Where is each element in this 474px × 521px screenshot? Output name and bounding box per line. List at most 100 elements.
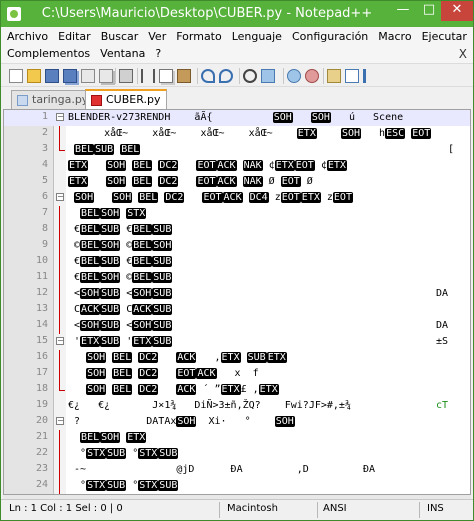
- editor-line[interactable]: 23 -~ @jD ĐA ,D ĐA: [4, 462, 470, 478]
- editor-line[interactable]: 8 €BEL SUB €BEL SUB: [4, 222, 470, 238]
- menu-buscar[interactable]: Buscar: [95, 29, 143, 45]
- menu-help[interactable]: ?: [149, 46, 165, 62]
- save-all-icon[interactable]: [63, 69, 77, 83]
- editor-area[interactable]: 1− BLENDER-v273RENDH ãÃ{ SOH SOH ú Scene 2…: [3, 109, 471, 495]
- find-icon[interactable]: [243, 69, 257, 83]
- editor-line[interactable]: 19 €¿ €¿ J×1¾ DiÑ>3±ñ,ŽQ? Fwi?JF>#,±¾ cT: [4, 398, 470, 414]
- control-char-badge: ACK: [216, 176, 237, 187]
- control-char-badge: DC2: [158, 160, 179, 171]
- copy-icon[interactable]: [159, 69, 173, 83]
- control-char-badge: ACK: [196, 368, 217, 379]
- title-bar[interactable]: C:\Users\Mauricio\Desktop\CUBER.py - Not…: [1, 1, 473, 27]
- print-icon[interactable]: [119, 69, 133, 83]
- cut-icon[interactable]: [141, 69, 155, 83]
- code-text: €BEL SOH ©BEL SUB: [68, 271, 173, 285]
- editor-line[interactable]: 2 xåŒ~ xåŒ~ xåŒ~ xåŒ~ ETX SOH hESC EOT: [4, 126, 470, 142]
- code-fragment: [293, 112, 311, 123]
- save-icon[interactable]: [45, 69, 59, 83]
- control-char-badge: SOH: [100, 240, 121, 251]
- code-text: <SOH SUB <SOH SUB: [68, 287, 173, 301]
- menu-editar[interactable]: Editar: [52, 29, 95, 45]
- code-fragment: [243, 192, 249, 203]
- code-fragment: ': [120, 336, 133, 347]
- show-all-chars-icon[interactable]: [363, 69, 377, 83]
- new-file-icon[interactable]: [9, 69, 23, 83]
- control-char-badge: ETX: [68, 176, 89, 187]
- menu-macro[interactable]: Macro: [372, 29, 415, 45]
- editor-line[interactable]: 9 ©BEL SOH ©BEL SOH: [4, 238, 470, 254]
- close-all-icon[interactable]: [99, 69, 113, 83]
- menu-ver[interactable]: Ver: [142, 29, 170, 45]
- editor-line[interactable]: 22 °STX SUB °STX SUB: [4, 446, 470, 462]
- editor-line[interactable]: 20− ? DATAxSOH Xi· ° SOH: [4, 414, 470, 430]
- control-char-badge: BEL: [132, 160, 153, 171]
- code-text: °STX SUB °STX SUB: [68, 447, 179, 461]
- editor-line[interactable]: 16 SOH BEL DC2 ACK ,ETX SUB ETX: [4, 350, 470, 366]
- eol-format[interactable]: Macintosh: [227, 503, 278, 514]
- zoom-out-icon[interactable]: [305, 69, 319, 83]
- toolbar-separator: [283, 68, 284, 84]
- insert-mode[interactable]: INS: [427, 503, 444, 514]
- fold-toggle-icon[interactable]: −: [56, 193, 64, 201]
- editor-line[interactable]: 17 SOH BEL DC2 EOT ACK x f: [4, 366, 470, 382]
- editor-line[interactable]: 13 CACK SUB CACK SUB: [4, 302, 470, 318]
- editor-line[interactable]: 15− 'ETX SUB 'ETX SUB ±S: [4, 334, 470, 350]
- editor-line[interactable]: 18 SOH BEL DC2 ACK ´ ”ETX£ ,ETX: [4, 382, 470, 398]
- editor-line[interactable]: 24 °STX SUB °STX SUB: [4, 478, 470, 494]
- menu-ventana[interactable]: Ventana: [94, 46, 149, 62]
- control-char-badge: BEL: [80, 272, 101, 283]
- fold-toggle-icon[interactable]: −: [56, 113, 64, 121]
- control-char-badge: ETX: [68, 160, 89, 171]
- close-button[interactable]: ✕: [441, 1, 473, 21]
- line-number: 23: [35, 463, 48, 474]
- code-fragment: -~ @jD ĐA ,D ĐA: [68, 464, 376, 475]
- replace-icon[interactable]: [261, 69, 275, 83]
- editor-line[interactable]: 4 ETX SOH BEL DC2 EOT ACK NAK ¢ETX EOT ¢ETX: [4, 158, 470, 174]
- file-modified-icon: [91, 95, 102, 106]
- word-wrap-icon[interactable]: [345, 69, 359, 83]
- menu-ejecutar[interactable]: Ejecutar: [416, 29, 471, 45]
- menu-formato[interactable]: Formato: [170, 29, 226, 45]
- menu-configuraci-n[interactable]: Configuración: [286, 29, 372, 45]
- editor-line[interactable]: 10 €BEL SUB €BEL SUB: [4, 254, 470, 270]
- close-document-button[interactable]: X: [459, 47, 467, 61]
- code-fragment: ´ ”: [196, 384, 221, 395]
- minimize-button[interactable]: —: [389, 1, 417, 21]
- sync-scroll-icon[interactable]: [327, 69, 341, 83]
- maximize-button[interactable]: □: [415, 1, 443, 21]
- open-file-icon[interactable]: [27, 69, 41, 83]
- control-char-badge: ACK: [222, 192, 243, 203]
- editor-line[interactable]: 7 BEL SOH STX: [4, 206, 470, 222]
- close-icon[interactable]: [81, 69, 95, 83]
- menu-lenguaje[interactable]: Lenguaje: [226, 29, 286, 45]
- redo-icon[interactable]: [219, 69, 233, 83]
- editor-line[interactable]: 21 BEL SOH ETX: [4, 430, 470, 446]
- editor-line[interactable]: 5 ETX SOH BEL DC2 EOT ACK NAK Ø EOT Ø: [4, 174, 470, 190]
- control-char-badge: SOH: [100, 272, 121, 283]
- toolbar: [1, 63, 473, 87]
- undo-icon[interactable]: [201, 69, 215, 83]
- line-number: 17: [35, 367, 48, 378]
- editor-line[interactable]: 12 <SOH SUB <SOH SUB DA: [4, 286, 470, 302]
- tab-taringa[interactable]: taringa.py: [11, 90, 96, 109]
- paste-icon[interactable]: [177, 69, 191, 83]
- editor-line[interactable]: 3 BEL SUB BEL[: [4, 142, 470, 158]
- menu-archivo[interactable]: Archivo: [1, 29, 52, 45]
- code-fragment: <: [68, 288, 81, 299]
- code-fragment: [184, 192, 202, 203]
- menu-complementos[interactable]: Complementos: [1, 46, 94, 62]
- encoding[interactable]: ANSI: [323, 503, 347, 514]
- editor-line[interactable]: 6− SOH SOH BEL DC2 EOT ACK DC4 zEOT ETX zE…: [4, 190, 470, 206]
- editor-line[interactable]: 1− BLENDER-v273RENDH ãÃ{ SOH SOH ú Scene: [4, 110, 470, 126]
- code-fragment: °: [126, 448, 139, 459]
- zoom-in-icon[interactable]: [287, 69, 301, 83]
- control-char-badge: EOT: [332, 192, 353, 203]
- fold-toggle-icon[interactable]: −: [56, 337, 64, 345]
- control-char-badge: ACK: [132, 304, 153, 315]
- fold-toggle-icon[interactable]: −: [56, 417, 64, 425]
- control-char-badge: SOH: [152, 240, 173, 251]
- cursor-position: Ln : 1 Col : 1 Sel : 0 | 0: [9, 503, 123, 514]
- editor-line[interactable]: 14 <SOH SUB <SOH SUB DA: [4, 318, 470, 334]
- tab-cuber[interactable]: CUBER.py: [85, 89, 168, 109]
- editor-line[interactable]: 11 €BEL SOH ©BEL SUB: [4, 270, 470, 286]
